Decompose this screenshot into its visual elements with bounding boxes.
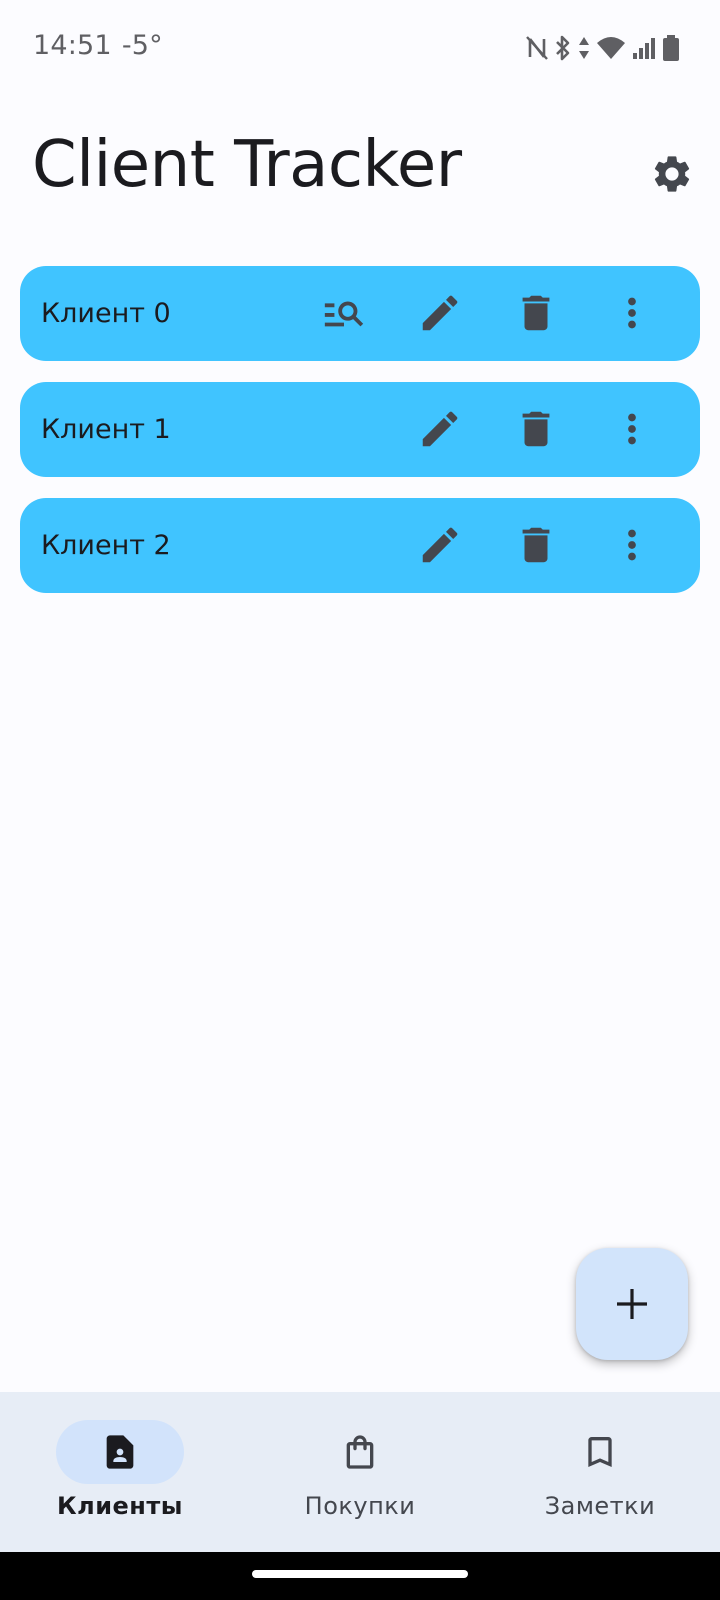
nav-item-clients[interactable]: Клиенты: [0, 1392, 240, 1552]
page-title: Client Tracker: [32, 128, 462, 202]
trash-icon: [522, 527, 550, 563]
manage-search-icon: [324, 301, 364, 327]
client-name: Клиент 0: [41, 298, 171, 329]
status-time: 14:51: [33, 30, 112, 61]
more-vert-icon: [628, 529, 636, 561]
trash-icon: [522, 411, 550, 447]
edit-icon: [422, 527, 458, 563]
shopping-bag-icon: [346, 1435, 374, 1469]
wifi-icon: [597, 37, 625, 59]
bluetooth-icon: [556, 35, 570, 61]
client-list: Клиент 0 Клиент 1 Клиент 2: [20, 266, 700, 614]
nav-active-indicator: [56, 1420, 184, 1484]
data-arrows-icon: [579, 37, 589, 59]
system-gesture-bar: [0, 1552, 720, 1600]
client-card[interactable]: Клиент 0: [20, 266, 700, 361]
edit-icon: [422, 411, 458, 447]
gear-icon: [654, 156, 690, 192]
client-name: Клиент 2: [41, 530, 171, 561]
delete-button[interactable]: [512, 521, 560, 569]
nav-item-notes[interactable]: Заметки: [480, 1392, 720, 1552]
delete-button[interactable]: [512, 289, 560, 337]
battery-icon: [663, 35, 679, 61]
status-icons: [520, 32, 680, 64]
trash-icon: [522, 295, 550, 331]
nfc-off-icon: [526, 36, 548, 60]
view-details-button[interactable]: [320, 289, 368, 337]
nav-label: Заметки: [544, 1492, 656, 1520]
edit-button[interactable]: [416, 405, 464, 453]
bottom-navigation: Клиенты Покупки Заметки: [0, 1392, 720, 1552]
more-options-button[interactable]: [608, 289, 656, 337]
edit-button[interactable]: [416, 521, 464, 569]
home-gesture-handle[interactable]: [252, 1570, 468, 1578]
client-card[interactable]: Клиент 2: [20, 498, 700, 593]
more-options-button[interactable]: [608, 405, 656, 453]
add-client-button[interactable]: [576, 1248, 688, 1360]
bookmark-icon: [588, 1437, 612, 1467]
plus-icon: [617, 1289, 647, 1319]
nav-icon-holder: [536, 1420, 664, 1484]
edit-button[interactable]: [416, 289, 464, 337]
more-vert-icon: [628, 413, 636, 445]
signal-icon: [633, 38, 655, 59]
delete-button[interactable]: [512, 405, 560, 453]
nav-label: Покупки: [304, 1492, 416, 1520]
contact-page-icon: [106, 1435, 134, 1469]
status-bar: 14:51 -5°: [0, 0, 720, 96]
nav-item-purchases[interactable]: Покупки: [240, 1392, 480, 1552]
client-name: Клиент 1: [41, 414, 171, 445]
more-options-button[interactable]: [608, 521, 656, 569]
status-temperature: -5°: [121, 30, 163, 61]
nav-icon-holder: [296, 1420, 424, 1484]
status-left: 14:51 -5°: [33, 30, 173, 61]
settings-button[interactable]: [646, 148, 698, 200]
client-card[interactable]: Клиент 1: [20, 382, 700, 477]
more-vert-icon: [628, 297, 636, 329]
nav-label: Клиенты: [57, 1492, 183, 1520]
edit-icon: [422, 295, 458, 331]
